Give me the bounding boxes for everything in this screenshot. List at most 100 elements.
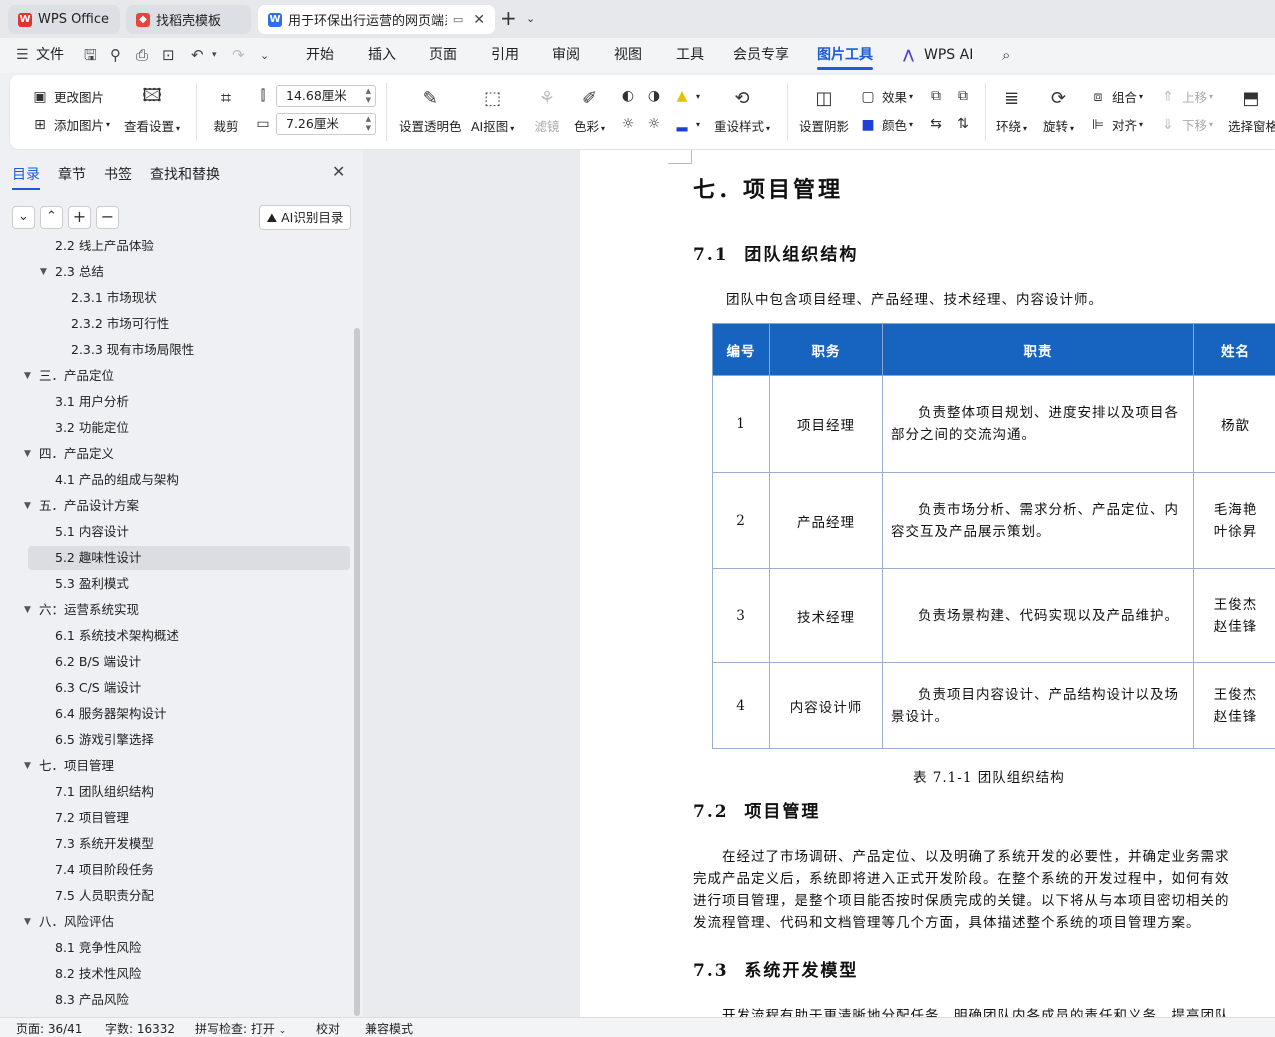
tab-find-replace[interactable]: 查找和替换 [150,164,220,184]
print-preview-icon[interactable]: ⊡ [162,38,175,73]
menu-tools[interactable]: 工具 [676,38,704,73]
toc-item[interactable]: 6.4 服务器架构设计 [28,702,350,726]
toc-item[interactable]: 6.2 B/S 端设计 [28,650,350,674]
search-icon[interactable]: ⌕ [1002,38,1010,73]
toc-item[interactable]: 3.1 用户分析 [28,390,350,414]
menu-start[interactable]: 开始 [306,38,334,73]
close-icon[interactable]: ✕ [332,162,345,181]
menu-file[interactable]: 文件 [36,38,64,73]
expand-triangle-icon[interactable]: ▼ [24,754,31,778]
change-image-button[interactable]: ▣ 更改图片 [30,87,104,106]
remove-heading-button[interactable]: − [96,206,119,229]
expand-triangle-icon[interactable]: ▼ [24,598,31,622]
toc-item[interactable]: ▼ 五．产品设计方案 [24,494,350,518]
border-color-button[interactable]: ▂ ▾ [672,115,700,133]
effect-button[interactable]: ▢ 效果 ▾ [858,87,913,106]
tab-wps-office[interactable]: W WPS Office [8,5,120,34]
menu-review[interactable]: 审阅 [552,38,580,73]
toc-scrollbar-thumb[interactable] [354,328,360,1016]
toc-item[interactable]: 6.5 游戏引擎选择 [28,728,350,752]
move-down-button[interactable]: ⇓ 下移 ▾ [1158,115,1213,134]
contrast-up-button[interactable]: ◐ [618,87,642,105]
toc-item[interactable]: 8.3 产品风险 [28,988,350,1012]
toc-item[interactable]: ▼ 八．风险评估 [24,910,350,934]
highlight-button[interactable]: ▲ ▾ [672,87,700,105]
toc-item[interactable]: ▼ 七．项目管理 [24,754,350,778]
fill-color-button[interactable]: ■ 颜色 ▾ [858,115,913,134]
menu-insert[interactable]: 插入 [368,38,396,73]
send-backward-button[interactable]: ⧉ [953,87,977,105]
flip-vertical-button[interactable]: ⇅ [953,115,977,133]
move-up-button[interactable]: ⇑ 上移 ▾ [1158,87,1213,106]
ai-cutout-button[interactable]: ⬚ AI抠图 ▾ [471,85,514,135]
tab-bookmarks[interactable]: 书签 [104,164,132,184]
hamburger-icon[interactable]: ☰ [16,38,29,73]
reset-style-button[interactable]: ⟲ 重设样式 ▾ [714,85,770,135]
undo-dropdown-icon[interactable]: ▾ [212,38,217,73]
collapse-up-button[interactable]: ⌃ [40,206,63,229]
toc-item[interactable]: 2.2 线上产品体验 [28,240,350,258]
menu-reference[interactable]: 引用 [491,38,519,73]
stepper-icon[interactable]: ▲ ▼ [366,115,371,133]
tab-toc[interactable]: 目录 [12,164,40,190]
save-icon[interactable]: 🖫 [84,38,97,73]
toc-item[interactable]: 4.1 产品的组成与架构 [28,468,350,492]
crop-button[interactable]: ⌗ 裁剪 [213,85,239,135]
brightness-down-button[interactable]: ☼ [644,115,668,133]
toc-item[interactable]: 8.1 竞争性风险 [28,936,350,960]
set-shadow-button[interactable]: ◫ 设置阴影 [799,85,849,135]
expand-triangle-icon[interactable]: ▼ [24,364,31,388]
tab-document[interactable]: W 用于环保出行运营的网页端系 ▭ ✕ [258,5,495,34]
view-settings-button[interactable]: 🖾 查看设置 ▾ [124,85,180,135]
toc-item[interactable]: 2.3.3 现有市场局限性 [28,338,350,362]
expand-triangle-icon[interactable]: ▼ [24,910,31,934]
set-transparent-button[interactable]: ✎ 设置透明色 [399,85,462,135]
proofread[interactable]: 校对 [316,1020,340,1037]
toc-item[interactable]: ▼ 四．产品定义 [24,442,350,466]
page-count[interactable]: 页面: 36/41 [16,1020,82,1037]
undo-icon[interactable]: ↶ [191,38,204,73]
toc-item[interactable]: ▼ 六：运营系统实现 [24,598,350,622]
print-icon[interactable]: ⎙ [136,38,148,73]
toc-item[interactable]: 6.3 C/S 端设计 [28,676,350,700]
add-image-button[interactable]: ⊞ 添加图片 ▾ [30,115,110,134]
toc-item[interactable]: 7.4 项目阶段任务 [28,858,350,882]
filter-button[interactable]: ⚘ 滤镜 [534,85,560,135]
stepper-icon[interactable]: ▲ ▼ [366,87,371,105]
contrast-down-button[interactable]: ◑ [644,87,668,105]
toc-item[interactable]: 3.2 功能定位 [28,416,350,440]
toc-item[interactable]: 5.3 盈利模式 [28,572,350,596]
wrap-button[interactable]: ≣ 环绕 ▾ [996,85,1027,135]
toc-item[interactable]: 7.3 系统开发模型 [28,832,350,856]
toc-item[interactable]: 7.5 人员职责分配 [28,884,350,908]
toc-item[interactable]: ▼ 三．产品定位 [24,364,350,388]
redo-icon[interactable]: ↷ [232,38,245,73]
expand-triangle-icon[interactable]: ▼ [40,260,47,284]
toc-item[interactable]: 5.2 趣味性设计 [28,546,350,570]
toc-item[interactable]: 5.1 内容设计 [28,520,350,544]
expand-triangle-icon[interactable]: ▼ [24,494,31,518]
align-button[interactable]: ⊫ 对齐 ▾ [1088,115,1143,134]
toc-item[interactable]: 2.3.2 市场可行性 [28,312,350,336]
tab-sections[interactable]: 章节 [58,164,86,184]
menu-wps-ai[interactable]: WPS AI [924,38,973,73]
close-tab-icon[interactable]: ✕ [473,12,485,28]
toc-item[interactable]: 6.1 系统技术架构概述 [28,624,350,648]
menu-picture-tools[interactable]: 图片工具 [817,38,873,73]
tab-docer[interactable]: ◆ 找稻壳模板 [126,5,251,34]
brightness-up-button[interactable]: ☼ [618,115,642,133]
menu-page[interactable]: 页面 [429,38,457,73]
word-count[interactable]: 字数: 16332 [105,1020,175,1037]
menu-member[interactable]: 会员专享 [733,38,789,73]
more-chevron-icon[interactable]: ⌄ [260,38,269,73]
color-button[interactable]: ✐ 色彩 ▾ [574,85,605,135]
monitor-icon[interactable]: ▭ [453,13,463,26]
add-heading-button[interactable]: + [68,206,91,229]
bring-forward-button[interactable]: ⧉ [926,87,950,105]
group-button[interactable]: ⧈ 组合 ▾ [1088,87,1143,106]
menu-view[interactable]: 视图 [614,38,642,73]
height-input[interactable]: 7.26厘米 ▲ ▼ [276,113,376,135]
new-tab-icon[interactable]: + [500,8,517,28]
toc-item[interactable]: ▼ 2.3 总结 [28,260,350,284]
toc-item[interactable]: 2.3.1 市场现状 [28,286,350,310]
